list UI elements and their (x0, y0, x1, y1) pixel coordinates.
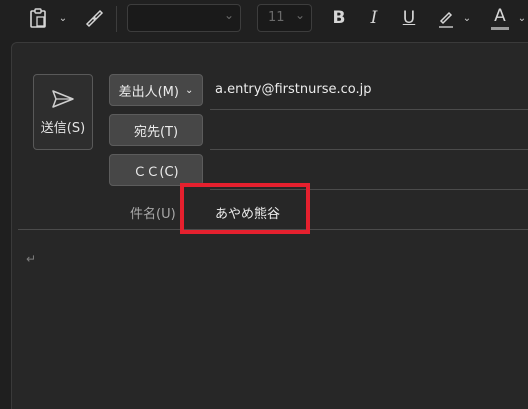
formatting-toolbar: ⌄ ⌄ 11 ⌄ B I U ⌄ A ⌄ (0, 0, 528, 40)
cc-label: ＣＣ(C) (133, 164, 179, 180)
to-button[interactable]: 宛先(T) (109, 114, 203, 146)
from-value: a.entry@firstnurse.co.jp (215, 82, 372, 97)
from-field-underline (210, 109, 528, 110)
from-label: 差出人(M) (118, 84, 179, 100)
underline-label: U (402, 8, 416, 28)
chevron-down-icon: ⌄ (223, 8, 234, 22)
to-label: 宛先(T) (133, 124, 179, 140)
font-color-button[interactable]: A (488, 4, 512, 32)
toolbar-divider (116, 6, 117, 32)
font-name-combobox[interactable]: ⌄ (127, 4, 241, 32)
bold-button[interactable]: B (328, 5, 350, 31)
format-painter-button[interactable] (82, 6, 106, 30)
paste-button[interactable] (26, 6, 50, 30)
paste-options-chevron-icon[interactable]: ⌄ (57, 10, 69, 26)
subject-label: 件名(U) (130, 207, 176, 222)
italic-button[interactable]: I (364, 5, 384, 31)
send-label: 送信(S) (40, 120, 86, 136)
font-color-label: A (494, 5, 506, 26)
send-icon (52, 89, 74, 108)
chevron-down-icon: ⌄ (294, 8, 305, 22)
cc-field[interactable] (215, 162, 525, 180)
font-size-combobox[interactable]: 11 ⌄ (257, 4, 312, 32)
highlight-button[interactable] (434, 6, 458, 30)
clipboard-icon (30, 8, 46, 28)
cc-button[interactable]: ＣＣ(C) (109, 154, 203, 186)
font-color-swatch (491, 26, 509, 30)
bold-label: B (332, 8, 346, 28)
underline-button[interactable]: U (398, 5, 420, 31)
paragraph-mark[interactable]: ↵ (26, 252, 36, 266)
highlighter-icon (439, 11, 453, 28)
to-field[interactable] (215, 122, 525, 140)
italic-label: I (370, 8, 378, 28)
to-field-underline (210, 149, 528, 150)
font-color-options-chevron-icon[interactable]: ⌄ (516, 10, 528, 26)
highlight-annotation-box (180, 183, 310, 234)
chevron-down-icon: ⌄ (184, 84, 194, 96)
send-button[interactable]: 送信(S) (33, 74, 93, 150)
highlight-options-chevron-icon[interactable]: ⌄ (461, 10, 473, 26)
from-button[interactable]: 差出人(M) ⌄ (109, 74, 203, 106)
brush-icon (85, 9, 104, 28)
font-size-value: 11 (268, 10, 285, 25)
